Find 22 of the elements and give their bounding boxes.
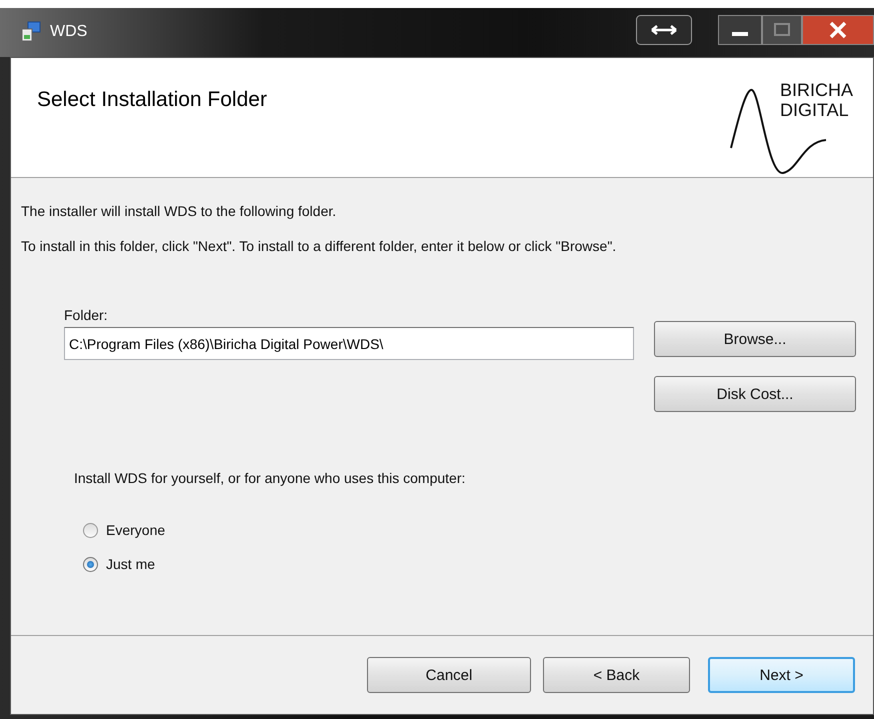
instruction-text: The installer will install WDS to the following folder. [21,203,338,219]
install-scope-prompt: Install WDS for yourself, or for anyone who uses this computer: [74,470,466,486]
logo-text: DIGITAL [780,100,850,120]
minimize-icon[interactable] [718,15,762,45]
radio-button[interactable] [83,522,98,538]
dialog-button[interactable]: Next > [708,657,855,693]
resize-icon[interactable] [636,15,692,45]
logo-text: BIRICHA [780,80,853,100]
folder-label: Folder: [64,307,109,323]
radio-label[interactable]: Everyone [106,522,166,538]
dialog-button[interactable]: < Back [543,657,690,693]
dialog-button[interactable]: Browse... [654,321,856,357]
radio-button[interactable] [83,556,98,572]
dialog-button[interactable]: Disk Cost... [654,376,856,412]
installer-icon [20,21,42,43]
window-title: WDS [50,23,88,41]
radio-label[interactable]: Just me [106,556,156,572]
dialog-button[interactable]: Cancel [367,657,531,693]
folder-input[interactable]: C:\Program Files (x86)\Biricha Digital Power\WDS\ [64,327,634,360]
page-title: Select Installation Folder [37,88,267,112]
instruction-text: To install in this folder, click "Next". To install to a different folder, enter it below or click "Browse". [21,238,618,254]
close-icon[interactable] [802,15,874,45]
